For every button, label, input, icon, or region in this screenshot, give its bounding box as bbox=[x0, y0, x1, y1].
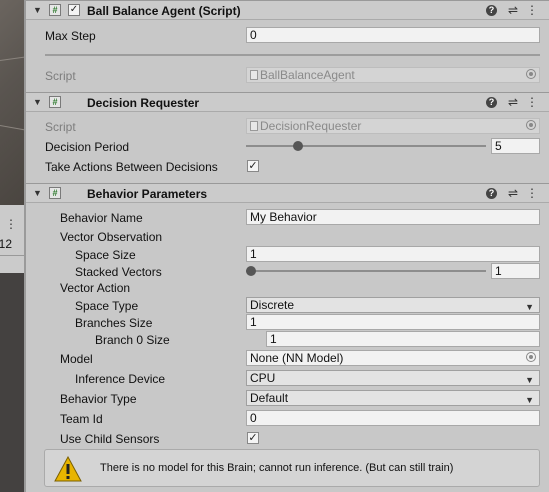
branch0-size-label: Branch 0 Size bbox=[95, 333, 170, 347]
component-header-behavior-parameters[interactable]: ▼ # Behavior Parameters ? ⇌ ⋮ bbox=[26, 183, 549, 203]
stacked-vectors-label: Stacked Vectors bbox=[75, 265, 162, 279]
behavior-name-field[interactable]: My Behavior bbox=[246, 209, 540, 225]
script-field: BallBalanceAgent bbox=[246, 67, 540, 83]
component-enabled-checkbox[interactable]: ✓ bbox=[68, 4, 80, 16]
behavior-type-label: Behavior Type bbox=[60, 392, 137, 406]
component-title: Ball Balance Agent (Script) bbox=[87, 4, 241, 18]
scene-panel: ⋮ 512 bbox=[0, 205, 24, 273]
presets-icon[interactable]: ⇌ bbox=[506, 95, 520, 109]
divider bbox=[0, 255, 24, 256]
max-step-field[interactable]: 0 bbox=[246, 27, 540, 43]
chevron-down-icon: ▼ bbox=[525, 375, 534, 385]
script-icon bbox=[250, 70, 258, 80]
component-title: Behavior Parameters bbox=[87, 187, 208, 201]
help-icon[interactable]: ? bbox=[486, 188, 497, 199]
behavior-type-value: Default bbox=[250, 391, 289, 405]
warning-message: There is no model for this Brain; cannot… bbox=[100, 462, 454, 474]
presets-icon[interactable]: ⇌ bbox=[506, 3, 520, 17]
inference-device-dropdown[interactable]: CPU ▼ bbox=[246, 370, 540, 386]
object-picker-icon[interactable] bbox=[526, 120, 536, 130]
behavior-name-label: Behavior Name bbox=[60, 211, 143, 225]
use-child-sensors-checkbox[interactable]: ✓ bbox=[247, 432, 259, 444]
decision-period-slider-handle[interactable] bbox=[293, 141, 303, 151]
scene-view-top bbox=[0, 0, 30, 205]
branch0-size-field[interactable]: 1 bbox=[266, 331, 540, 347]
object-picker-icon[interactable] bbox=[526, 69, 536, 79]
fold-icon[interactable]: ▼ bbox=[33, 188, 42, 198]
scene-number-label: 512 bbox=[0, 237, 13, 251]
warning-icon bbox=[54, 456, 82, 482]
scene-view-strip: ⋮ 512 bbox=[0, 0, 30, 492]
presets-icon[interactable]: ⇌ bbox=[506, 186, 520, 200]
branches-size-field[interactable]: 1 bbox=[246, 314, 540, 330]
more-icon[interactable]: ⋮ bbox=[525, 95, 539, 109]
behavior-type-dropdown[interactable]: Default ▼ bbox=[246, 390, 540, 406]
help-icon[interactable]: ? bbox=[486, 5, 497, 16]
take-actions-label: Take Actions Between Decisions bbox=[45, 160, 218, 174]
max-step-label: Max Step bbox=[45, 29, 96, 43]
more-icon[interactable]: ⋮ bbox=[5, 217, 17, 231]
script-icon: # bbox=[49, 96, 61, 108]
decision-period-slider-track[interactable] bbox=[246, 145, 486, 147]
vector-observation-label: Vector Observation bbox=[60, 230, 163, 244]
chevron-down-icon: ▼ bbox=[525, 302, 534, 312]
model-value: None (NN Model) bbox=[250, 351, 344, 365]
stacked-vectors-field[interactable]: 1 bbox=[491, 263, 540, 279]
space-type-dropdown[interactable]: Discrete ▼ bbox=[246, 297, 540, 313]
component-header-decision-requester[interactable]: ▼ # Decision Requester ? ⇌ ⋮ bbox=[26, 92, 549, 112]
more-icon[interactable]: ⋮ bbox=[525, 186, 539, 200]
help-icon[interactable]: ? bbox=[486, 97, 497, 108]
script-name: BallBalanceAgent bbox=[260, 68, 355, 82]
chevron-down-icon: ▼ bbox=[525, 395, 534, 405]
fold-icon[interactable]: ▼ bbox=[33, 97, 42, 107]
script-icon bbox=[250, 121, 258, 131]
stacked-vectors-slider-handle[interactable] bbox=[246, 266, 256, 276]
space-size-field[interactable]: 1 bbox=[246, 246, 540, 262]
inference-device-value: CPU bbox=[250, 371, 276, 385]
script-icon: # bbox=[49, 187, 61, 199]
script-label: Script bbox=[45, 69, 76, 83]
warning-help-box: There is no model for this Brain; cannot… bbox=[44, 449, 540, 487]
space-type-label: Space Type bbox=[75, 299, 139, 313]
take-actions-checkbox[interactable]: ✓ bbox=[247, 160, 259, 172]
space-type-value: Discrete bbox=[250, 298, 295, 312]
decision-period-label: Decision Period bbox=[45, 140, 130, 154]
component-title: Decision Requester bbox=[87, 96, 200, 110]
model-label: Model bbox=[60, 352, 93, 366]
stacked-vectors-slider-track[interactable] bbox=[246, 270, 486, 272]
inspector-panel: ▼ # ✓ Ball Balance Agent (Script) ? ⇌ ⋮ … bbox=[24, 0, 549, 492]
space-size-label: Space Size bbox=[75, 248, 136, 262]
branches-size-label: Branches Size bbox=[75, 316, 153, 330]
team-id-field[interactable]: 0 bbox=[246, 410, 540, 426]
component-header-ball-balance-agent[interactable]: ▼ # ✓ Ball Balance Agent (Script) ? ⇌ ⋮ bbox=[26, 0, 549, 20]
object-picker-icon[interactable] bbox=[526, 352, 536, 362]
script-label: Script bbox=[45, 120, 76, 134]
vector-action-label: Vector Action bbox=[60, 281, 131, 295]
script-field: DecisionRequester bbox=[246, 118, 540, 134]
model-field[interactable]: None (NN Model) bbox=[246, 350, 540, 366]
script-icon: # bbox=[49, 4, 61, 16]
inference-device-label: Inference Device bbox=[75, 372, 166, 386]
divider bbox=[45, 54, 540, 56]
script-name: DecisionRequester bbox=[260, 119, 362, 133]
fold-icon[interactable]: ▼ bbox=[33, 5, 42, 15]
more-icon[interactable]: ⋮ bbox=[525, 3, 539, 17]
decision-period-field[interactable]: 5 bbox=[491, 138, 540, 154]
team-id-label: Team Id bbox=[60, 412, 103, 426]
scene-view-bottom bbox=[0, 273, 24, 492]
use-child-sensors-label: Use Child Sensors bbox=[60, 432, 160, 446]
